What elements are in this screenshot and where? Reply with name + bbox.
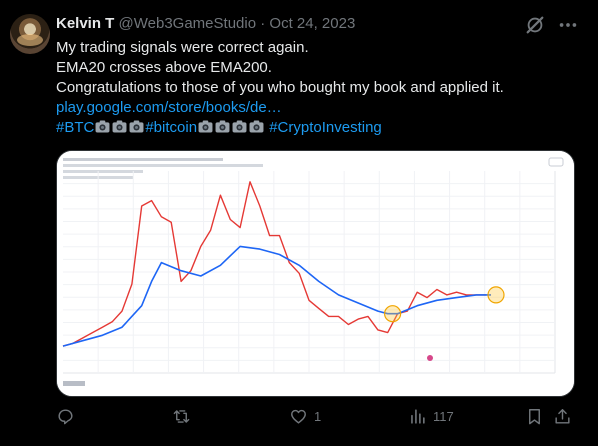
chart-header-bar: [63, 158, 223, 161]
views-button[interactable]: 117: [408, 404, 454, 428]
tweet[interactable]: Kelvin T @Web3GameStudio · Oct 24, 2023 …: [0, 0, 598, 446]
chart-header-bar: [63, 164, 263, 167]
camera-icon: [249, 120, 264, 133]
like-count: 1: [314, 408, 322, 424]
bookmark-icon: [529, 408, 540, 424]
hashtag-cryptoinvesting[interactable]: #CryptoInvesting: [269, 119, 382, 136]
camera-icon: [232, 120, 247, 133]
retweet-button[interactable]: [172, 404, 197, 428]
chart-header-bar: [63, 170, 143, 173]
reply-icon: [58, 408, 73, 424]
hashtag-bitcoin[interactable]: #bitcoin: [145, 119, 197, 136]
tweet-date[interactable]: Oct 24, 2023: [269, 15, 355, 32]
bookmark-button[interactable]: [525, 404, 544, 428]
grok-icon[interactable]: [524, 14, 546, 36]
chart-event-dot: [427, 355, 433, 361]
share-button[interactable]: [553, 404, 572, 428]
tweet-text: My trading signals were correct again. E…: [56, 38, 586, 138]
camera-icon: [95, 120, 110, 133]
avatar-glow: [17, 34, 43, 46]
separator: ·: [260, 15, 266, 32]
tradingview-logo: [63, 381, 85, 386]
camera-icon: [112, 120, 127, 133]
heart-icon: [291, 409, 306, 424]
author-handle[interactable]: @Web3GameStudio: [119, 15, 257, 32]
book-link[interactable]: play.google.com/store/books/de…: [56, 98, 586, 118]
crossover-marker: [384, 305, 402, 323]
camera-icon: [215, 120, 230, 133]
avatar[interactable]: [10, 14, 50, 54]
camera-icon: [198, 120, 213, 133]
hashtag-line: #BTC #bitcoin #CryptoInvesting: [56, 118, 586, 138]
views-icon: [411, 408, 425, 424]
action-bar: 1 117: [56, 404, 576, 428]
crossover-marker: [487, 286, 505, 304]
author-name[interactable]: Kelvin T: [56, 15, 114, 32]
reply-button[interactable]: [56, 404, 81, 428]
tweet-line-1: My trading signals were correct again.: [56, 39, 309, 56]
share-icon: [555, 408, 570, 424]
tweet-header: Kelvin T @Web3GameStudio · Oct 24, 2023: [56, 14, 355, 34]
chart-svg: [57, 151, 574, 396]
views-count: 117: [433, 408, 454, 424]
camera-icon: [129, 120, 144, 133]
more-options-icon[interactable]: [557, 14, 579, 36]
tweet-line-3: Congratulations to those of you who boug…: [56, 79, 504, 96]
tweet-line-2: EMA20 crosses above EMA200.: [56, 59, 272, 76]
chart-background: [57, 151, 574, 396]
hashtag-btc[interactable]: #BTC: [56, 119, 94, 136]
chart-image[interactable]: [56, 150, 575, 397]
retweet-icon: [173, 409, 190, 423]
like-button[interactable]: 1: [289, 404, 321, 428]
